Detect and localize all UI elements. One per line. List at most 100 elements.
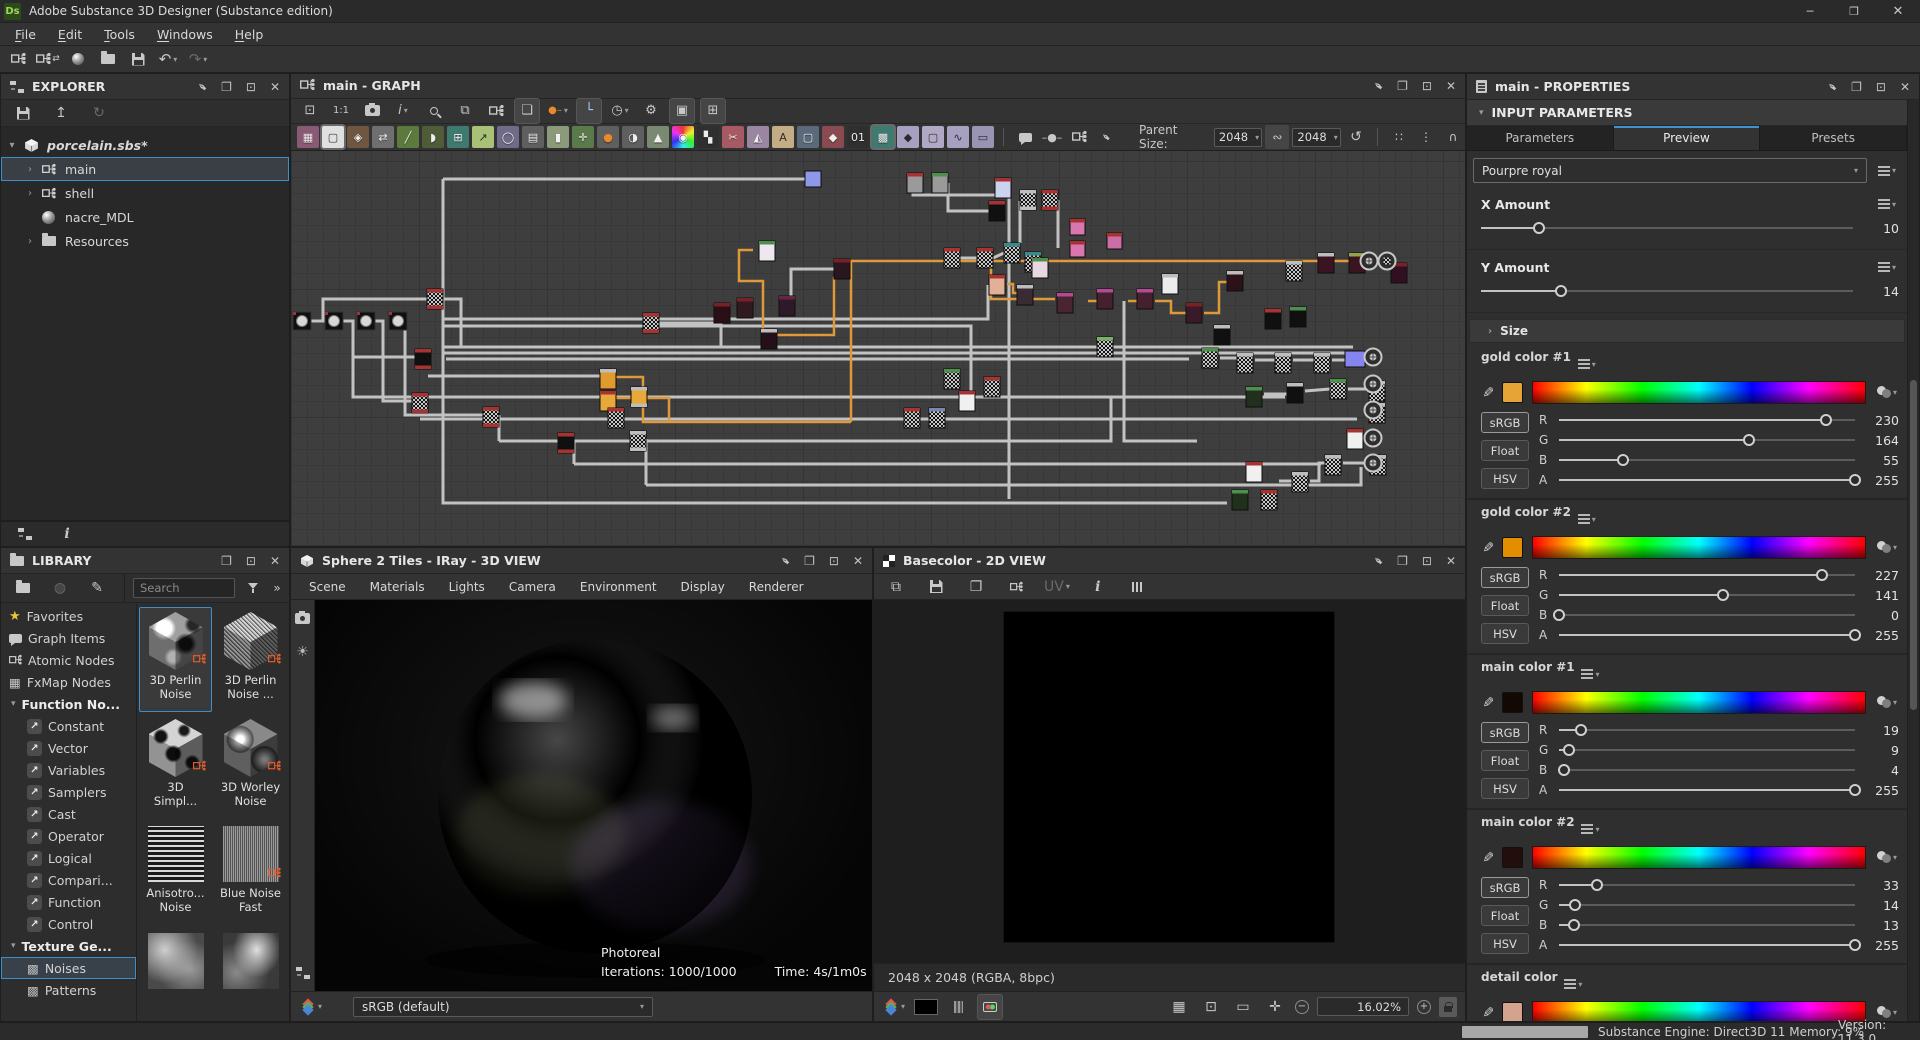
- new-substance-button[interactable]: [6, 47, 30, 71]
- channel-value[interactable]: 164: [1863, 433, 1899, 448]
- palette-svg-shape-button[interactable]: ◆: [897, 126, 919, 148]
- graph-input-node[interactable]: [325, 312, 343, 330]
- library-category-control[interactable]: ↗Control: [1, 913, 136, 935]
- zoom-out-button[interactable]: −: [1295, 1000, 1309, 1014]
- palette-icon[interactable]: ▾: [1875, 535, 1899, 559]
- layers-icon[interactable]: ▾: [882, 995, 906, 1019]
- zoom-actual-button[interactable]: 1:1: [329, 99, 353, 123]
- eyedropper-icon[interactable]: ✎: [1479, 541, 1495, 553]
- palette-icon[interactable]: ▾: [1875, 690, 1899, 714]
- graph-output-badge[interactable]: [1365, 349, 1382, 366]
- graph-input-node[interactable]: [357, 312, 375, 330]
- library-category-noises[interactable]: ▩Noises: [1, 957, 136, 979]
- palette-selection-button[interactable]: ▢: [797, 126, 819, 148]
- palette-gradient-map-button[interactable]: ▮: [547, 126, 569, 148]
- chevron-right-icon[interactable]: ›: [25, 164, 35, 175]
- search-input[interactable]: [133, 578, 235, 598]
- library-category-atomic-nodes[interactable]: Atomic Nodes: [1, 649, 136, 671]
- library-thumbnail-3d-simpl-[interactable]: 3D Simpl...: [139, 714, 212, 819]
- library-category-operator[interactable]: ↗Operator: [1, 825, 136, 847]
- pin-icon[interactable]: ✒: [197, 80, 207, 94]
- graph-node[interactable]: [427, 289, 443, 309]
- close-icon[interactable]: ✕: [853, 554, 863, 568]
- graph-node[interactable]: [759, 241, 775, 261]
- graph-node[interactable]: [1107, 233, 1122, 249]
- slider[interactable]: [1559, 877, 1855, 893]
- menu-help[interactable]: Help: [224, 25, 275, 44]
- graph-node[interactable]: [1214, 325, 1230, 345]
- mode-float-button[interactable]: Float: [1481, 905, 1529, 926]
- channel-value[interactable]: 9: [1863, 743, 1899, 758]
- slider-handle[interactable]: [1717, 589, 1729, 601]
- graph-node[interactable]: [1246, 462, 1262, 482]
- palette-channel-shuffle-button[interactable]: ⇄: [372, 126, 394, 148]
- parameter-menu-icon[interactable]: ▾: [1575, 507, 1599, 531]
- palette-hsl-button[interactable]: ◉: [672, 126, 694, 148]
- menu-edit[interactable]: Edit: [47, 25, 93, 44]
- palette-directional-warp-button[interactable]: ↗: [472, 126, 494, 148]
- palette-gradient-axial-button[interactable]: ▢: [922, 126, 944, 148]
- color-swatch[interactable]: [1502, 537, 1523, 558]
- graph-node[interactable]: [761, 329, 777, 349]
- parameter-menu-icon[interactable]: ▾: [1575, 352, 1599, 376]
- palette-sharpen-button[interactable]: ◆: [822, 126, 844, 148]
- graph-node[interactable]: [989, 275, 1005, 295]
- slider[interactable]: [1559, 567, 1855, 583]
- graph-node[interactable]: [631, 387, 647, 407]
- slider-handle[interactable]: [1591, 879, 1603, 891]
- slider[interactable]: [1559, 722, 1855, 738]
- tree-item-shell[interactable]: › shell: [1, 181, 289, 205]
- graph-node[interactable]: [737, 298, 753, 318]
- slider[interactable]: [1559, 472, 1855, 488]
- scene-tree-icon[interactable]: [291, 961, 315, 985]
- parameter-menu-icon[interactable]: ▾: [1875, 192, 1899, 216]
- graph-input-node[interactable]: [293, 312, 311, 330]
- graph-node[interactable]: [1287, 383, 1303, 403]
- output-preview-button[interactable]: ▣: [670, 99, 694, 123]
- mode-hsv-button[interactable]: HSV: [1481, 623, 1529, 644]
- slider-handle[interactable]: [1816, 569, 1828, 581]
- graph-node[interactable]: [1186, 303, 1202, 323]
- reset-size-icon[interactable]: ↺: [1344, 125, 1368, 149]
- slider[interactable]: [1559, 742, 1855, 758]
- graph-node[interactable]: [805, 171, 821, 187]
- graph-node[interactable]: [1162, 274, 1178, 294]
- graph-node[interactable]: [929, 408, 945, 428]
- parameter-value[interactable]: 10: [1863, 221, 1899, 236]
- image-stack-icon[interactable]: ⧉: [884, 575, 908, 599]
- slider[interactable]: [1559, 782, 1855, 798]
- view3d-menu-renderer[interactable]: Renderer: [739, 577, 814, 597]
- graph-node[interactable]: [1137, 289, 1153, 309]
- slider[interactable]: [1481, 283, 1853, 299]
- graph-node[interactable]: [834, 259, 850, 279]
- channel-value[interactable]: 13: [1863, 918, 1899, 933]
- graph-node[interactable]: [1345, 351, 1365, 367]
- slider[interactable]: [1559, 452, 1855, 468]
- channel-value[interactable]: 255: [1863, 783, 1899, 798]
- graph-node[interactable]: [1347, 429, 1363, 449]
- palette-binary-button[interactable]: 01: [847, 126, 869, 148]
- save-all-button[interactable]: [126, 47, 150, 71]
- parent-size-width-select[interactable]: 2048▾: [1214, 128, 1263, 147]
- view3d-menu-camera[interactable]: Camera: [499, 577, 566, 597]
- library-category-compari-[interactable]: ↗Compari...: [1, 869, 136, 891]
- library-thumbnail-3d-perlin-noise[interactable]: 3D Perlin Noise: [139, 607, 212, 712]
- palette-mirror-button[interactable]: ◭: [747, 126, 769, 148]
- graph-node[interactable]: [1017, 285, 1033, 305]
- background-swatch[interactable]: [914, 999, 938, 1015]
- parameter-menu-icon[interactable]: ▾: [1578, 817, 1602, 841]
- palette-curve-button[interactable]: ╱: [397, 126, 419, 148]
- graph-node[interactable]: [1227, 271, 1243, 291]
- palette-curve-segment-button[interactable]: ∿: [947, 126, 969, 148]
- pan-icon[interactable]: ✛: [1263, 995, 1287, 1019]
- slider-handle[interactable]: [1743, 434, 1755, 446]
- mode-float-button[interactable]: Float: [1481, 595, 1529, 616]
- channel-value[interactable]: 141: [1863, 588, 1899, 603]
- view3d-menu-scene[interactable]: Scene: [299, 577, 356, 597]
- graph-node[interactable]: [1097, 337, 1113, 357]
- library-category-vector[interactable]: ↗Vector: [1, 737, 136, 759]
- channel-value[interactable]: 55: [1863, 453, 1899, 468]
- expand-search-icon[interactable]: »: [265, 576, 289, 600]
- maximize-icon[interactable]: ⊡: [246, 80, 256, 94]
- node-preview-button[interactable]: [484, 99, 508, 123]
